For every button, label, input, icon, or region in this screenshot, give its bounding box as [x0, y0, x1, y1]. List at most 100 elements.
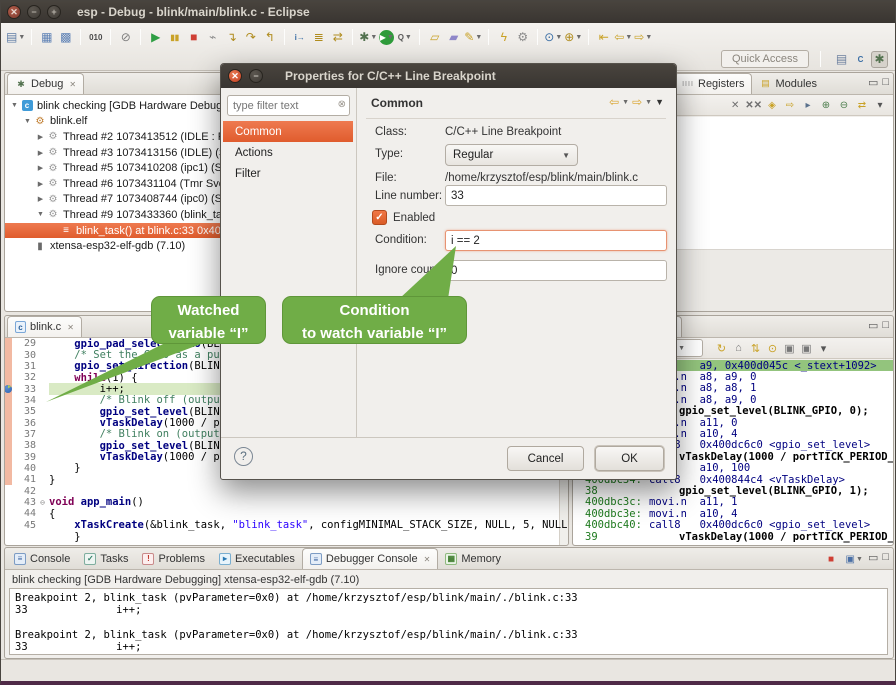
- build-all-icon[interactable]: ϟ: [495, 29, 512, 46]
- help-icon[interactable]: ?: [234, 447, 253, 466]
- chevron-down-icon[interactable]: ▼: [622, 99, 629, 106]
- clear-filter-icon[interactable]: ⊗: [338, 99, 346, 110]
- quick-access-box[interactable]: Quick Access: [721, 50, 809, 68]
- tab-console[interactable]: ≡Console: [7, 548, 77, 569]
- use-step-filters-icon[interactable]: ⇄: [329, 29, 346, 46]
- tab-problems[interactable]: !Problems: [135, 548, 211, 569]
- cancel-button[interactable]: Cancel: [507, 446, 584, 471]
- chevron-down-icon[interactable]: ▼: [645, 99, 652, 106]
- terminate-icon[interactable]: ■: [185, 29, 202, 46]
- dialog-close-icon[interactable]: ✕: [228, 69, 242, 83]
- collapse-icon[interactable]: ▼: [22, 118, 33, 125]
- last-edit-location-icon[interactable]: ⇤: [595, 29, 612, 46]
- dialog-nav-filter[interactable]: Filter: [223, 163, 353, 184]
- sync-icon[interactable]: ⇅: [748, 340, 763, 356]
- expand-icon[interactable]: ▶: [35, 149, 46, 157]
- tab-modules[interactable]: ▤ Modules: [752, 73, 824, 94]
- resume-icon[interactable]: ▶: [147, 29, 164, 46]
- minimize-icon[interactable]: ▭: [868, 319, 878, 332]
- tab-tasks[interactable]: ✓Tasks: [77, 548, 135, 569]
- terminate-console-icon[interactable]: ■: [823, 551, 840, 568]
- select-pointer-icon[interactable]: ▸: [800, 97, 816, 113]
- expand-icon[interactable]: ▶: [35, 133, 46, 141]
- binary-console-icon[interactable]: 010: [87, 29, 104, 46]
- save-all-icon[interactable]: ▩: [57, 29, 74, 46]
- back-icon[interactable]: ⇦: [609, 95, 619, 109]
- collapse-icon[interactable]: ▼: [35, 211, 46, 218]
- type-select[interactable]: Regular ▼: [445, 144, 578, 166]
- window-maximize-icon[interactable]: +: [47, 5, 61, 19]
- external-tools-icon[interactable]: Q▼: [396, 29, 413, 46]
- new-wizard-icon[interactable]: ▤▼: [6, 29, 25, 46]
- dialog-nav-actions[interactable]: Actions: [223, 142, 353, 163]
- tab-debugger-console[interactable]: ≡Debugger Console✕: [302, 548, 438, 569]
- step-return-icon[interactable]: ↰: [261, 29, 278, 46]
- maximize-icon[interactable]: □: [882, 319, 889, 332]
- view-menu-icon[interactable]: ▾: [816, 340, 831, 356]
- tab-close-icon[interactable]: ✕: [67, 323, 74, 332]
- minimize-icon[interactable]: ▭: [868, 551, 878, 568]
- open-element-icon[interactable]: ⊙▼: [544, 29, 562, 46]
- open-new-view-icon[interactable]: ▣: [782, 340, 797, 356]
- expand-icon[interactable]: ⊕: [818, 97, 834, 113]
- disconnect-icon[interactable]: ⌁: [204, 29, 221, 46]
- home-icon[interactable]: ⌂: [731, 340, 746, 356]
- dialog-minimize-icon[interactable]: −: [249, 69, 263, 83]
- breakpoint-icon[interactable]: ▸: [5, 384, 16, 394]
- maximize-icon[interactable]: □: [882, 76, 889, 89]
- collapse-icon[interactable]: ⊖: [836, 97, 852, 113]
- condition-input[interactable]: [445, 230, 667, 251]
- pin-icon[interactable]: ▣: [799, 340, 814, 356]
- annotate-icon[interactable]: ✎▼: [464, 29, 482, 46]
- minimize-icon[interactable]: ▭: [868, 76, 878, 89]
- cpp-perspective-icon[interactable]: C: [852, 51, 869, 68]
- display-selected-console-icon[interactable]: ▣▼: [846, 551, 863, 568]
- suspend-icon[interactable]: ▮▮: [166, 29, 183, 46]
- save-icon[interactable]: ▦: [38, 29, 55, 46]
- forward-icon[interactable]: ⇨▼: [634, 29, 652, 46]
- enabled-checkbox[interactable]: ✓: [372, 210, 387, 225]
- show-type-names-icon[interactable]: ◈: [764, 97, 780, 113]
- step-over-icon[interactable]: ↷: [242, 29, 259, 46]
- maximize-icon[interactable]: □: [882, 551, 889, 568]
- tab-close-icon[interactable]: ✕: [69, 80, 76, 89]
- expand-icon[interactable]: ▶: [35, 195, 46, 203]
- debug-perspective-icon[interactable]: ✱: [871, 51, 888, 68]
- back-icon[interactable]: ⇦▼: [614, 29, 632, 46]
- expand-icon[interactable]: ▶: [35, 164, 46, 172]
- tab-registers[interactable]: IIII Registers: [674, 73, 752, 94]
- filter-input[interactable]: [227, 95, 350, 116]
- view-menu-icon[interactable]: ▼: [655, 97, 664, 107]
- dialog-nav-common[interactable]: Common: [223, 121, 353, 142]
- team-sync-icon[interactable]: ⚙: [514, 29, 531, 46]
- link-with-debug-icon[interactable]: ⇄: [854, 97, 870, 113]
- skip-all-breakpoints-icon[interactable]: ⊘: [117, 29, 134, 46]
- step-into-icon[interactable]: ↴: [223, 29, 240, 46]
- run-icon[interactable]: ▶▼: [379, 30, 394, 45]
- view-menu-icon[interactable]: ▾: [872, 97, 888, 113]
- console-output[interactable]: Breakpoint 2, blink_task (pvParameter=0x…: [9, 588, 888, 655]
- tab-debug[interactable]: ✱ Debug ✕: [7, 73, 84, 94]
- search-icon[interactable]: ⊙: [765, 340, 780, 356]
- search-icon[interactable]: ⊕▼: [564, 29, 582, 46]
- remove-all-icon[interactable]: ✕✕: [745, 97, 762, 113]
- window-close-icon[interactable]: ✕: [7, 5, 21, 19]
- drop-to-frame-icon[interactable]: ≣: [310, 29, 327, 46]
- open-type-icon[interactable]: ▰: [445, 29, 462, 46]
- line-number-input[interactable]: [445, 185, 667, 206]
- ignore-count-input[interactable]: [445, 260, 667, 281]
- open-perspective-icon[interactable]: ▤: [833, 51, 850, 68]
- goto-address-icon[interactable]: ⇨: [782, 97, 798, 113]
- expand-icon[interactable]: ▶: [35, 180, 46, 188]
- window-minimize-icon[interactable]: −: [27, 5, 41, 19]
- ok-button[interactable]: OK: [595, 446, 664, 471]
- open-task-icon[interactable]: ▱: [426, 29, 443, 46]
- refresh-icon[interactable]: ↻: [714, 340, 729, 356]
- instruction-stepping-icon[interactable]: i→: [291, 29, 308, 46]
- tab-blink-c[interactable]: c blink.c ✕: [7, 316, 82, 337]
- tab-executables[interactable]: ▸Executables: [212, 548, 302, 569]
- fold-collapse-icon[interactable]: ⊖: [36, 498, 49, 507]
- tab-memory[interactable]: ▦Memory: [438, 548, 508, 569]
- collapse-icon[interactable]: ▼: [9, 102, 20, 109]
- debug-icon[interactable]: ✱▼: [359, 29, 377, 46]
